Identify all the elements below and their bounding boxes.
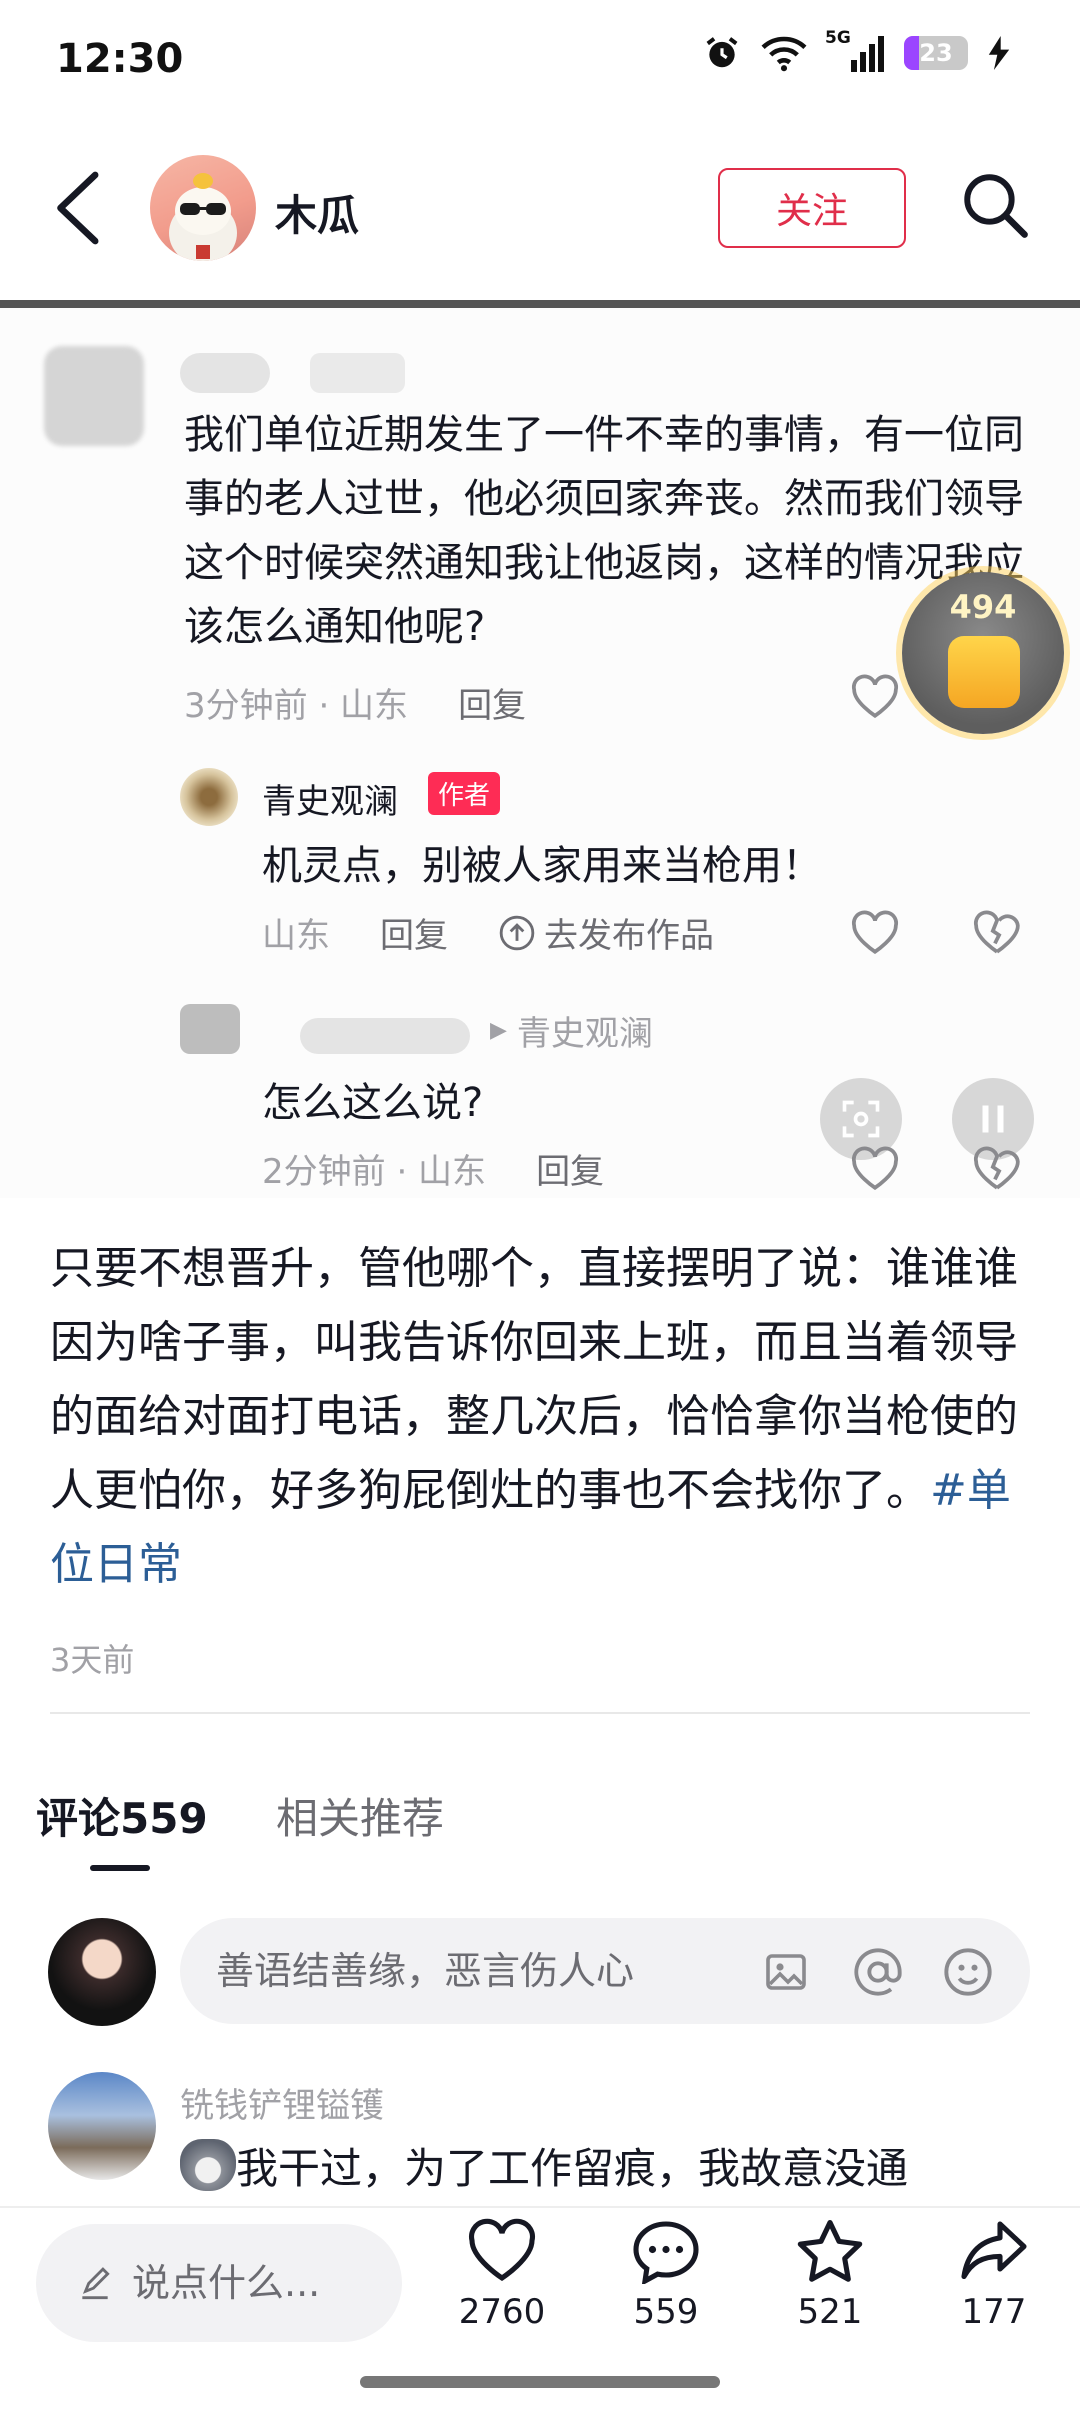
author-name[interactable]: 木瓜 [275,182,359,243]
my-avatar [48,1918,156,2026]
heart-icon [851,1146,899,1190]
tab-related[interactable]: 相关推荐 [276,1785,444,1846]
star-icon [797,2219,863,2282]
upload-circle-icon [499,915,535,950]
reply2-text: 怎么这么说? [262,1080,484,1126]
bottom-action-bar: 说点什么... 2760 559 521 177 [0,2206,1080,2416]
reply1-meta-row: 山东 回复 去发布作品 [262,908,714,957]
battery-icon: 23 [904,36,968,70]
reply2-target: ▶ 青史观澜 [490,1006,653,1055]
blurred-username-3 [300,1018,470,1054]
post-time: 3天前 [50,1641,135,1679]
commenter-name[interactable]: 铣钱铲锂镒镬 [180,2078,384,2127]
say-something-input[interactable]: 说点什么... [36,2224,402,2342]
blurred-avatar [44,346,144,446]
search-icon[interactable] [958,168,1032,242]
embedded-comment-screenshot: 我们单位近期发生了一件不幸的事情，有一位同事的老人过世，他必须回家奔丧。然而我们… [0,308,1080,1198]
reply1-name: 青史观澜 [262,782,398,822]
broken-heart-icon [973,910,1020,954]
pencil-icon [82,2267,110,2300]
reply1-text: 机灵点，别被人家用来当枪用！ [262,843,822,889]
status-time: 12:30 [56,36,184,82]
comment-bubble-icon [633,2221,699,2286]
follow-button[interactable]: 关注 [718,168,906,248]
blurred-avatar-2 [180,1004,240,1054]
favorite-count: 521 [797,2292,863,2332]
like-count: 2760 [458,2292,546,2332]
active-tab-indicator [90,1865,150,1871]
reply2-meta-row: 2分钟前 · 山东 回复 [262,1144,604,1193]
signal-icon: 5G [825,28,884,72]
charging-icon [988,36,1010,70]
post-body: 只要不想晋升，管他哪个，直接摆明了说：谁谁谁因为啥子事，叫我告诉你回来上班，而且… [50,1232,1040,1602]
comment-input-placeholder: 善语结善缘，恶言伤人心 [216,1949,635,1993]
heart-icon [469,2218,535,2282]
say-placeholder: 说点什么... [132,2261,321,2305]
battery-level: 23 [919,39,953,67]
pause-icon [982,1105,1004,1133]
like-button[interactable]: 2760 [432,2218,572,2332]
home-indicator[interactable] [360,2376,720,2388]
heart-icon [851,674,899,718]
back-arrow-icon[interactable] [52,170,102,246]
network-type: 5G [825,28,851,48]
question-meta-row: 3分钟前 · 山东 回复 [184,678,526,727]
comment-input[interactable]: 善语结善缘，恶言伤人心 [180,1918,1030,2024]
coin-count: 494 [949,588,1017,626]
header-divider [0,300,1080,308]
publish-link: 去发布作品 [498,908,714,957]
reply-avatar [180,768,238,826]
emoji-icon[interactable] [942,1946,994,1998]
tab-comments[interactable]: 评论559 [36,1785,208,1846]
question-meta: 3分钟前 · 山东 [184,686,409,726]
share-button[interactable]: 177 [924,2218,1064,2332]
section-divider [50,1712,1030,1714]
mention-icon[interactable] [852,1946,904,1998]
wifi-icon [761,36,807,72]
share-arrow-icon [961,2221,1027,2280]
triangle-right-icon: ▶ [490,1018,507,1043]
reply2-reply-link: 回复 [536,1152,605,1192]
publish-label: 去发布作品 [544,916,714,956]
comment-text: 我干过，为了工作留痕，我故意没通 [180,2135,908,2196]
share-count: 177 [961,2292,1027,2332]
reply2-meta: 2分钟前 · 山东 [262,1152,487,1192]
reply1-reply-link: 回复 [380,916,448,956]
broken-heart-icon [973,1146,1020,1190]
question-reply-link: 回复 [458,686,527,726]
favorite-button[interactable]: 521 [760,2218,900,2332]
commenter-avatar[interactable] [48,2072,156,2180]
image-icon[interactable] [762,1948,810,1996]
reply2-to-name: 青史观澜 [516,1014,653,1054]
scan-icon [842,1100,880,1138]
status-icons: 5G 23 [703,28,1010,72]
author-avatar[interactable] [150,155,256,261]
heart-icon [851,910,899,954]
blurred-username-2 [310,353,405,393]
post-text: 只要不想晋升，管他哪个，直接摆明了说：谁谁谁因为啥子事，叫我告诉你回来上班，而且… [50,1243,1018,1516]
comment-count: 559 [633,2292,699,2332]
blurred-username [180,353,270,393]
coin-reward-widget: 494 [902,572,1064,734]
alarm-icon [706,37,738,68]
reply1-location: 山东 [262,916,330,956]
author-badge: 作者 [428,772,501,815]
wolf-emoji-icon [180,2139,236,2191]
treasure-box-icon [948,636,1020,708]
comment-button[interactable]: 559 [596,2218,736,2332]
